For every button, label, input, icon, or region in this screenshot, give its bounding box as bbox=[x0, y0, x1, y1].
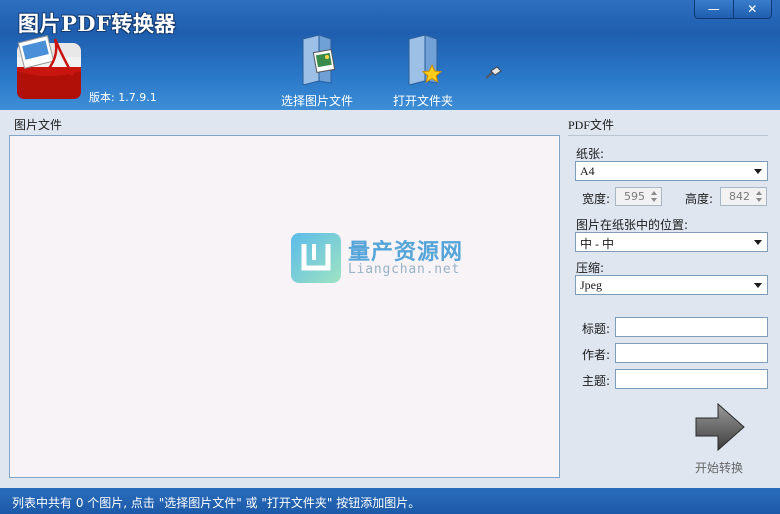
width-value: 595 bbox=[624, 190, 645, 203]
position-select[interactable]: 中 - 中 bbox=[575, 232, 768, 252]
app-title: 图片PDF转换器 bbox=[18, 11, 176, 36]
close-button[interactable]: ✕ bbox=[732, 0, 772, 18]
title-input[interactable] bbox=[615, 317, 768, 337]
select-images-label: 选择图片文件 bbox=[280, 94, 353, 108]
height-input[interactable]: 842 bbox=[720, 187, 767, 206]
chevron-down-icon bbox=[754, 169, 762, 174]
version-label: 版本: 1.7.9.1 bbox=[89, 91, 157, 104]
image-file-list[interactable] bbox=[9, 135, 560, 478]
spin-up-icon[interactable] bbox=[651, 191, 657, 195]
arrow-right-icon bbox=[695, 402, 745, 452]
spin-down-icon[interactable] bbox=[756, 198, 762, 202]
start-convert-button[interactable]: 开始转换 bbox=[690, 400, 748, 475]
pdf-file-label: PDF文件 bbox=[568, 118, 615, 132]
width-input[interactable]: 595 bbox=[615, 187, 662, 206]
minimize-icon: — bbox=[707, 2, 720, 16]
title-bar: 图片PDF转换器 版本: 1.7.9.1 — ✕ 选择图片文件 打开文件夹 bbox=[0, 0, 780, 110]
subject-input[interactable] bbox=[615, 369, 768, 389]
position-value: 中 - 中 bbox=[580, 237, 614, 251]
chevron-down-icon bbox=[754, 283, 762, 288]
width-label: 宽度: bbox=[582, 192, 611, 206]
window-controls: — ✕ bbox=[694, 0, 772, 19]
height-label: 高度: bbox=[685, 192, 714, 206]
close-icon: ✕ bbox=[747, 2, 758, 16]
open-folder-label: 打开文件夹 bbox=[392, 94, 453, 108]
start-convert-label: 开始转换 bbox=[694, 461, 743, 475]
compress-select[interactable]: Jpeg bbox=[575, 275, 768, 295]
status-bar: 列表中共有 0 个图片, 点击 "选择图片文件" 或 "打开文件夹" 按钮添加图… bbox=[0, 488, 780, 514]
watermark: 量产资源网 Liangchan.net bbox=[290, 232, 500, 284]
author-label: 作者: bbox=[582, 348, 611, 362]
status-text: 列表中共有 0 个图片, 点击 "选择图片文件" 或 "打开文件夹" 按钮添加图… bbox=[12, 496, 421, 510]
pdf-logo-icon bbox=[17, 35, 81, 99]
chevron-down-icon bbox=[754, 240, 762, 245]
compress-value: Jpeg bbox=[580, 278, 602, 292]
subject-label: 主题: bbox=[582, 374, 611, 388]
compress-label: 压缩: bbox=[576, 261, 605, 275]
title-label: 标题: bbox=[582, 322, 611, 336]
image-folder-icon bbox=[302, 34, 336, 86]
position-label: 图片在纸张中的位置: bbox=[576, 218, 689, 232]
divider bbox=[568, 135, 768, 136]
paper-value: A4 bbox=[580, 164, 595, 178]
image-files-label: 图片文件 bbox=[14, 118, 63, 132]
open-folder-button[interactable]: 打开文件夹 bbox=[392, 33, 454, 109]
author-input[interactable] bbox=[615, 343, 768, 363]
folder-star-icon bbox=[408, 34, 443, 86]
spin-down-icon[interactable] bbox=[651, 198, 657, 202]
spin-up-icon[interactable] bbox=[756, 191, 762, 195]
height-value: 842 bbox=[729, 190, 750, 203]
watermark-url: Liangchan.net bbox=[348, 262, 461, 277]
watermark-logo-icon bbox=[291, 233, 341, 283]
select-images-button[interactable]: 选择图片文件 bbox=[280, 33, 354, 109]
paper-select[interactable]: A4 bbox=[575, 161, 768, 181]
pin-icon[interactable] bbox=[484, 66, 502, 80]
minimize-button[interactable]: — bbox=[695, 0, 733, 18]
paper-label: 纸张: bbox=[576, 147, 605, 161]
